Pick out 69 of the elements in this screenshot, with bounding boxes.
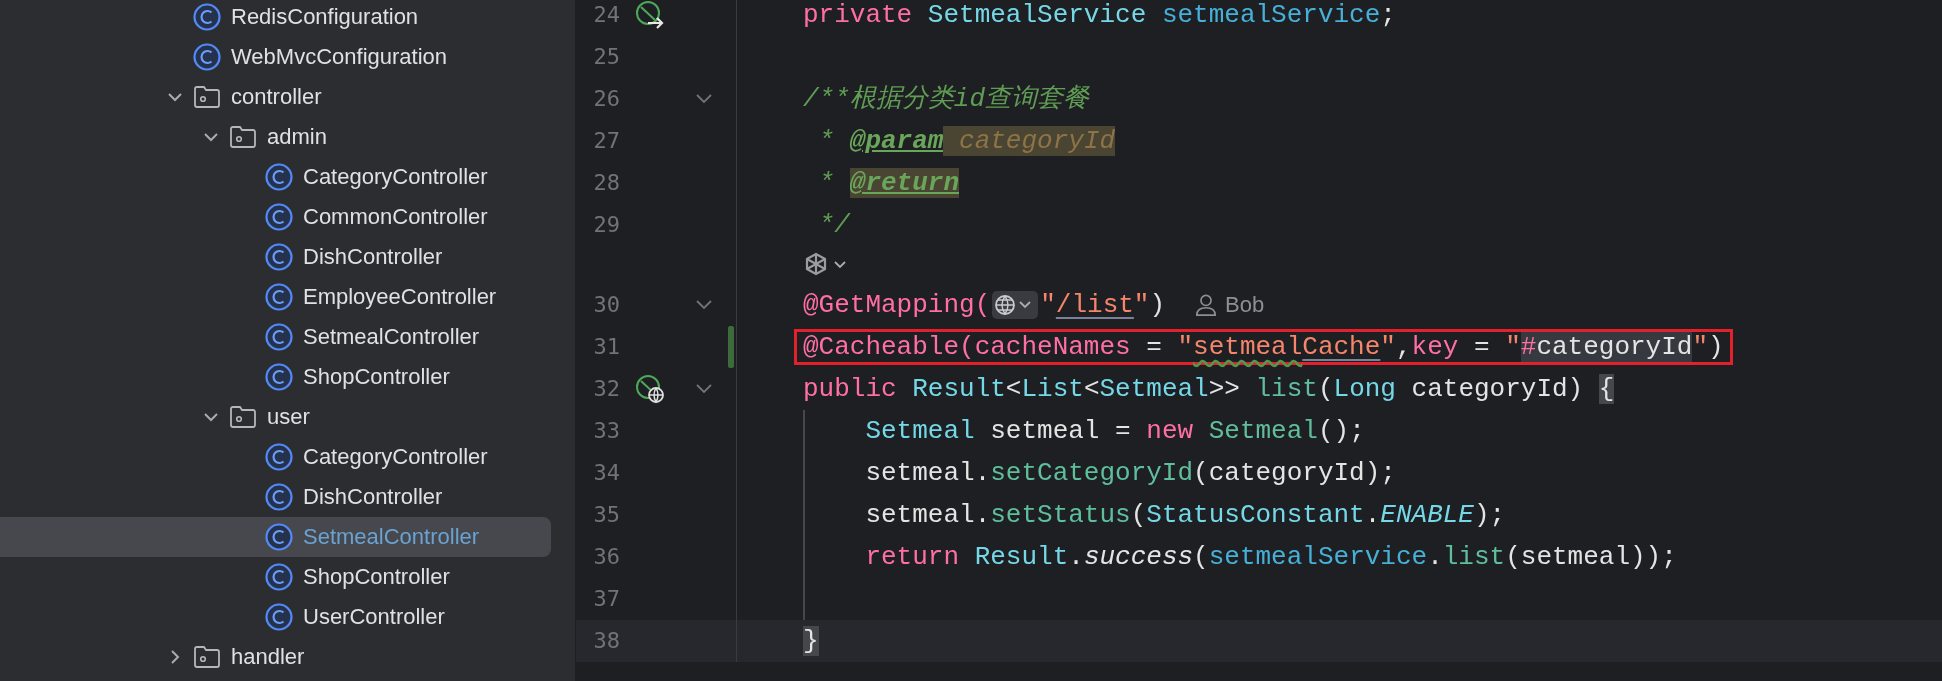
code-text: Setmeal setmeal = new Setmeal(); — [864, 418, 1365, 444]
code-text: @GetMapping( — [803, 292, 991, 318]
class-icon — [265, 603, 293, 631]
line-number: 33 — [592, 420, 620, 442]
tree-item[interactable]: UserController — [0, 597, 551, 637]
class-icon — [265, 203, 293, 231]
folder-icon — [193, 645, 221, 669]
code-text: public Result<List<Setmeal>> list(Long categoryId) { — [803, 376, 1615, 402]
code-text: setmeal.setStatus(StatusConstant.ENABLE); — [864, 502, 1506, 528]
class-icon — [265, 523, 293, 551]
code-text: "/list") — [1040, 292, 1166, 318]
ai-assistant-icon[interactable] — [803, 252, 829, 278]
line-number: 35 — [592, 504, 620, 526]
line-number: 36 — [592, 546, 620, 568]
tree-item[interactable]: CategoryController — [0, 157, 551, 197]
bean-arrow-icon[interactable] — [634, 0, 666, 31]
class-icon — [265, 443, 293, 471]
tree-item[interactable]: RedisConfiguration — [0, 0, 551, 37]
class-icon — [193, 43, 221, 71]
class-icon — [193, 3, 221, 31]
tree-item[interactable]: ShopController — [0, 557, 551, 597]
bean-globe-icon[interactable] — [634, 373, 666, 405]
code-text: @Cacheable(cacheNames = "setmealCache",key = "#categoryId") — [803, 334, 1724, 360]
code-text: return Result.success(setmealService.list(setmeal)); — [864, 544, 1677, 570]
globe-dropdown-icon[interactable] — [992, 291, 1039, 319]
line-number: 26 — [592, 88, 620, 110]
folder-icon — [229, 405, 257, 429]
tree-item[interactable]: SetmealController — [0, 317, 551, 357]
tree-item[interactable]: EmployeeController — [0, 277, 551, 317]
class-icon — [265, 283, 293, 311]
line-number: 24 — [592, 4, 620, 26]
fold-icon[interactable] — [695, 299, 713, 311]
tree-item[interactable]: handler — [0, 637, 551, 677]
line-number: 27 — [592, 130, 620, 152]
tree-item[interactable]: CategoryController — [0, 437, 551, 477]
class-icon — [265, 323, 293, 351]
tree-item[interactable]: controller — [0, 77, 551, 117]
line-number: 37 — [592, 588, 620, 610]
person-icon — [1195, 293, 1218, 317]
line-number: 25 — [592, 46, 620, 68]
code-text: setmeal.setCategoryId(categoryId); — [864, 460, 1396, 486]
author-name[interactable]: Bob — [1225, 294, 1265, 316]
fold-icon[interactable] — [695, 93, 713, 105]
line-number: 29 — [592, 214, 620, 236]
tree-item[interactable]: admin — [0, 117, 551, 157]
code-text: */ — [817, 212, 850, 238]
line-number: 30 — [592, 294, 620, 316]
tree-item[interactable]: CommonController — [0, 197, 551, 237]
class-icon — [265, 563, 293, 591]
class-icon — [265, 363, 293, 391]
tree-item[interactable]: DishController — [0, 477, 551, 517]
line-number: 32 — [592, 378, 620, 400]
line-number: 31 — [592, 336, 620, 358]
class-icon — [265, 243, 293, 271]
fold-icon[interactable] — [695, 383, 713, 395]
code-text: /**根据分类id查询套餐 — [803, 86, 1089, 112]
line-number: 28 — [592, 172, 620, 194]
tree-item[interactable]: WebMvcConfiguration — [0, 37, 551, 77]
line-number: 34 — [592, 462, 620, 484]
tree-item[interactable]: DishController — [0, 237, 551, 277]
tree-item[interactable]: user — [0, 397, 551, 437]
line-number: 38 — [592, 630, 620, 652]
folder-icon — [229, 125, 257, 149]
class-icon — [265, 163, 293, 191]
folder-icon — [193, 85, 221, 109]
tree-item[interactable]: ShopController — [0, 357, 551, 397]
class-icon — [265, 483, 293, 511]
code-text: } — [803, 628, 819, 654]
code-text: private SetmealService setmealService; — [803, 2, 1396, 28]
